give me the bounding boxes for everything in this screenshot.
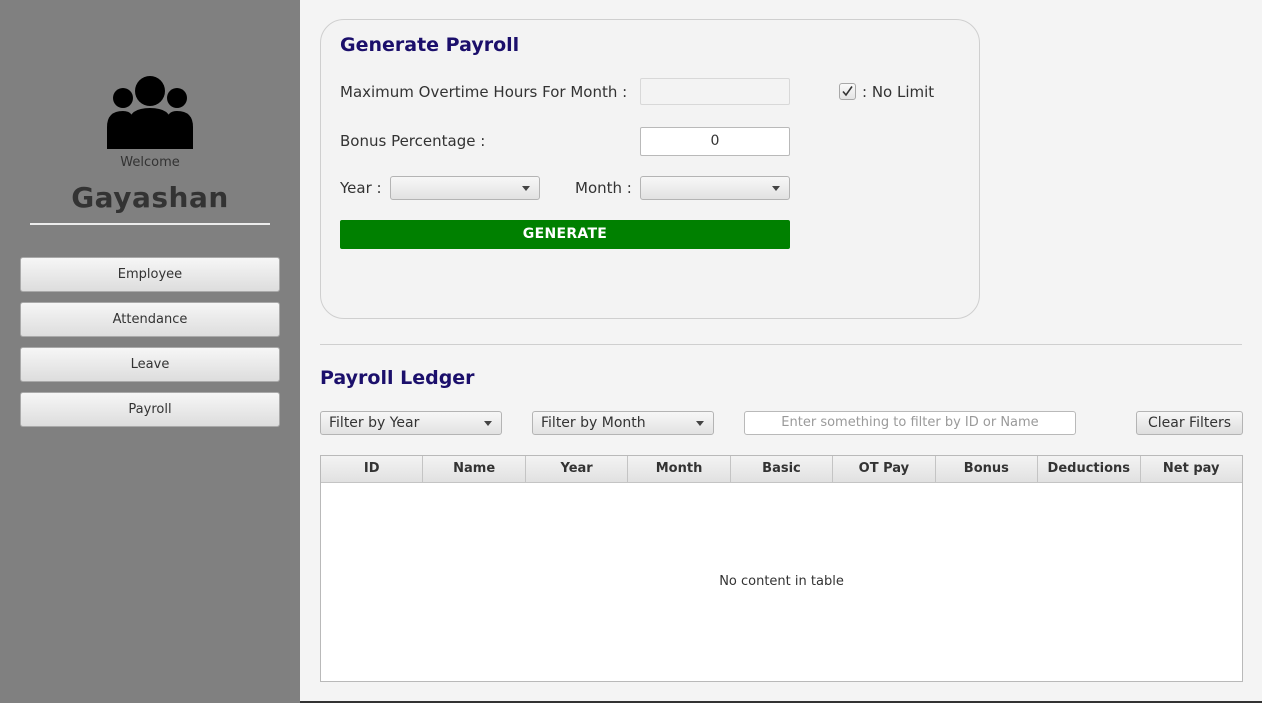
column-header-name[interactable]: Name [423,456,526,482]
no-limit-checkbox[interactable] [839,83,856,100]
no-limit-label: : No Limit [862,83,935,101]
year-select[interactable] [390,176,540,200]
generate-payroll-panel [320,19,980,319]
generate-button[interactable]: GENERATE [340,220,790,249]
table-header: ID Name Year Month Basic OT Pay Bonus De… [321,456,1242,483]
checkmark-icon [842,86,853,97]
sidebar-divider [30,223,270,225]
filter-year-select[interactable]: Filter by Year [320,411,502,435]
payroll-table[interactable]: ID Name Year Month Basic OT Pay Bonus De… [320,455,1243,682]
column-header-id[interactable]: ID [321,456,424,482]
payroll-nav-button[interactable]: Payroll [20,392,280,427]
employee-nav-button[interactable]: Employee [20,257,280,292]
users-group-icon [107,76,193,149]
username-label: Gayashan [71,181,229,214]
search-input[interactable]: Enter something to filter by ID or Name [744,411,1076,435]
filter-month-label: Filter by Month [541,415,646,431]
column-header-ot-pay[interactable]: OT Pay [833,456,936,482]
chevron-down-icon [696,421,704,426]
section-divider [320,344,1242,345]
chevron-down-icon [522,186,530,191]
max-overtime-input[interactable] [640,78,790,105]
bonus-percentage-label: Bonus Percentage : [340,132,486,150]
max-overtime-label: Maximum Overtime Hours For Month : [340,83,628,101]
empty-table-message: No content in table [719,574,844,589]
column-header-net-pay[interactable]: Net pay [1141,456,1242,482]
bonus-percentage-input[interactable]: 0 [640,127,790,156]
chevron-down-icon [484,421,492,426]
column-header-deductions[interactable]: Deductions [1038,456,1141,482]
chevron-down-icon [772,186,780,191]
generate-payroll-title: Generate Payroll [340,34,520,56]
column-header-bonus[interactable]: Bonus [936,456,1039,482]
month-label: Month : [575,179,632,197]
leave-nav-button[interactable]: Leave [20,347,280,382]
clear-filters-button[interactable]: Clear Filters [1136,411,1243,435]
attendance-nav-button[interactable]: Attendance [20,302,280,337]
filter-month-select[interactable]: Filter by Month [532,411,714,435]
column-header-basic[interactable]: Basic [731,456,834,482]
month-select[interactable] [640,176,790,200]
filter-year-label: Filter by Year [329,415,420,431]
welcome-label: Welcome [120,155,180,170]
column-header-year[interactable]: Year [526,456,629,482]
payroll-ledger-title: Payroll Ledger [320,367,475,389]
year-label: Year : [340,179,382,197]
column-header-month[interactable]: Month [628,456,731,482]
sidebar: Welcome Gayashan Employee Attendance Lea… [0,0,300,703]
